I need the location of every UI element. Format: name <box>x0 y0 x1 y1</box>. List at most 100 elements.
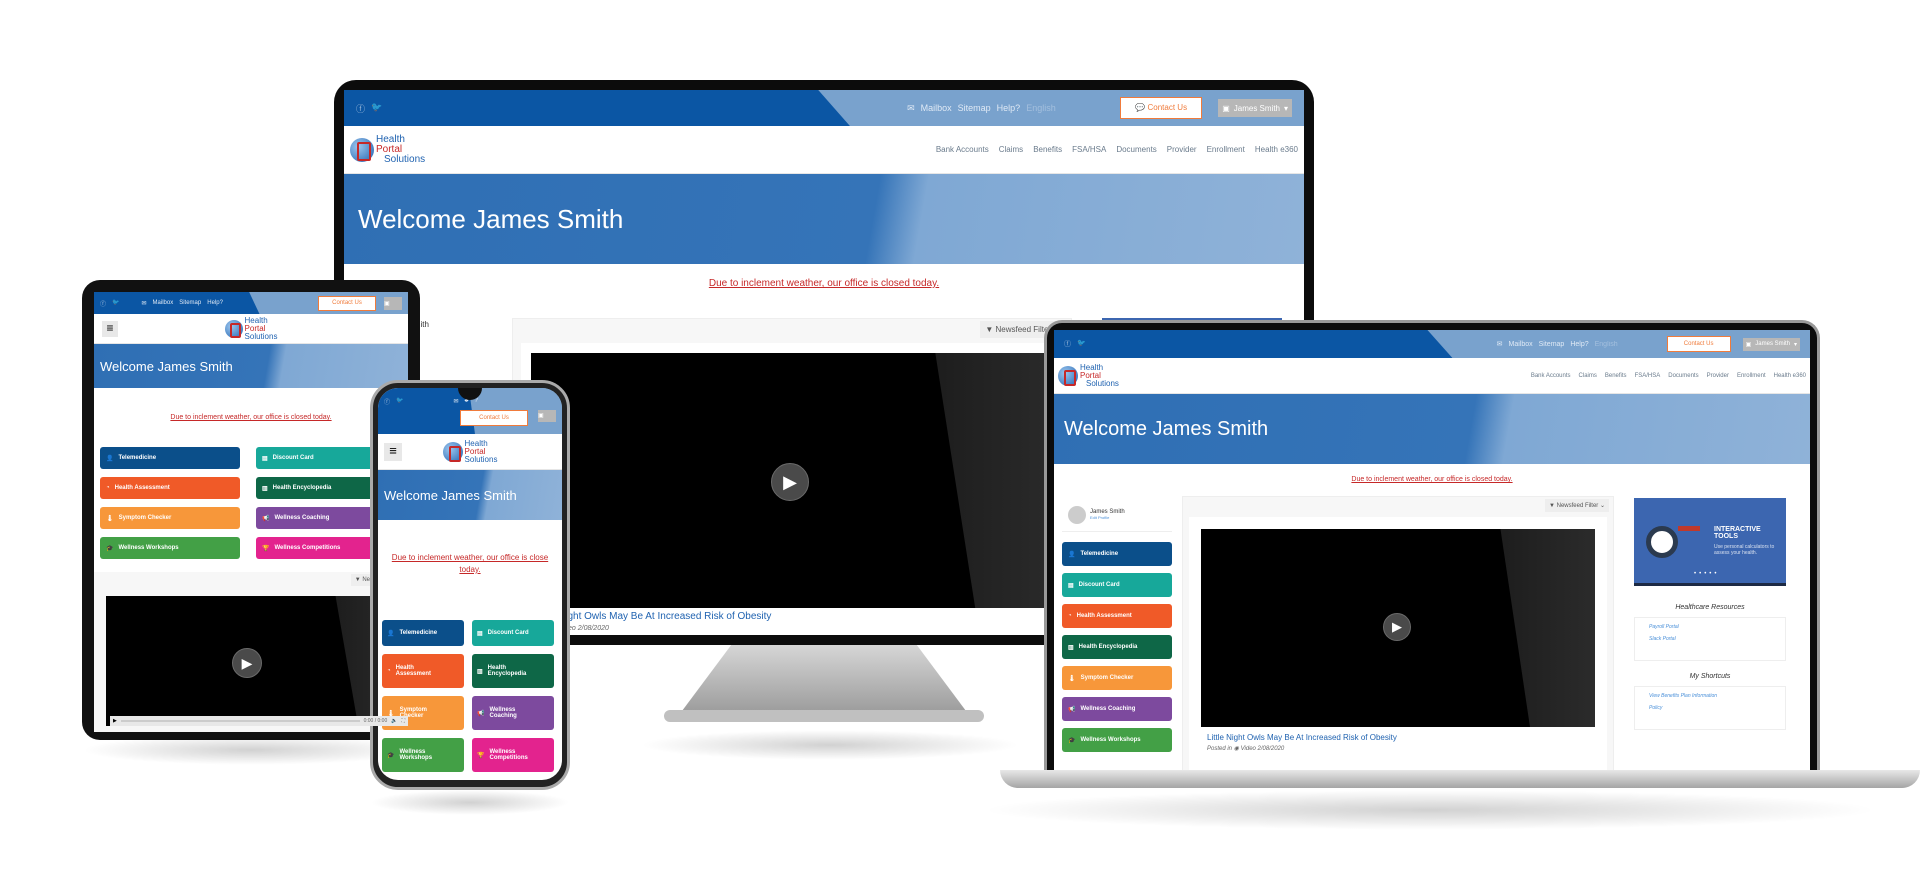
profile-avatar[interactable] <box>1068 505 1086 524</box>
slack-portal-link[interactable]: Slack Portal <box>1649 636 1771 642</box>
contact-us-button[interactable]: Contact Us <box>318 295 376 311</box>
user-menu[interactable]: ▣ <box>384 296 402 310</box>
play-button-icon[interactable]: ▶ <box>232 648 262 678</box>
alert-message[interactable]: Due to inclement weather, our office is … <box>94 414 408 421</box>
alert-message[interactable]: Due to inclement weather, our office is … <box>1054 476 1810 483</box>
mailbox-link[interactable]: Mailbox <box>921 103 952 113</box>
contact-us-button[interactable]: 💬 Contact Us <box>1120 97 1203 119</box>
tile-discount-card[interactable]: ▤ Discount Card <box>1062 573 1172 597</box>
nav-enrollment[interactable]: Enrollment <box>1207 145 1245 154</box>
twitter-icon[interactable]: 🐦 <box>1077 339 1086 349</box>
post-title[interactable]: Little Night Owls May Be At Increased Ri… <box>1207 733 1397 742</box>
nav-documents[interactable]: Documents <box>1668 373 1698 379</box>
language-select[interactable]: English <box>1026 103 1106 113</box>
tile-wellness-workshops[interactable]: 🎓 Wellness Workshops <box>382 738 464 772</box>
social-links: ⓕ 🐦 <box>384 397 404 406</box>
nav-benefits[interactable]: Benefits <box>1033 145 1062 154</box>
user-menu[interactable]: ▣ <box>538 409 556 422</box>
play-button-icon[interactable]: ▶ <box>771 463 809 501</box>
payroll-portal-link[interactable]: Payroll Portal <box>1649 624 1771 630</box>
tile-telemedicine[interactable]: 👤 Telemedicine <box>1062 542 1172 566</box>
logo[interactable]: Health Portal Solutions <box>442 439 497 464</box>
nav-fsa-hsa[interactable]: FSA/HSA <box>1072 145 1106 154</box>
logo-text: Health Portal Solutions <box>1080 362 1119 388</box>
help-link[interactable]: Help? <box>997 103 1021 113</box>
user-menu[interactable]: ▣ James Smith ▾ <box>1742 337 1800 351</box>
nav-provider[interactable]: Provider <box>1167 145 1197 154</box>
social-links: ⓕ 🐦 <box>1064 339 1086 349</box>
alert-message[interactable]: Due to inclement weather, our office is … <box>344 278 1304 289</box>
sitemap-link[interactable]: Sitemap <box>958 103 991 113</box>
newsfeed-filter-button[interactable]: ▼ Newsfeed Filter ⌄ <box>1544 499 1609 512</box>
newsfeed-panel: ▼ Newsfeed Filter ⌄ ▶ Night Owls May Be … <box>512 318 1072 635</box>
contact-us-button[interactable]: Contact Us <box>460 409 528 426</box>
carousel-dots[interactable]: ••••• <box>1694 571 1720 577</box>
user-menu[interactable]: ▣ James Smith ▾ <box>1218 99 1292 117</box>
tile-telemedicine[interactable]: 👤 Telemedicine <box>100 447 240 469</box>
mailbox-link[interactable]: Mailbox <box>153 300 174 306</box>
post-title[interactable]: Night Owls May Be At Increased Risk of O… <box>558 611 771 622</box>
nav-fsa-hsa[interactable]: FSA/HSA <box>1635 373 1661 379</box>
tile-symptom-checker[interactable]: 🌡 Symptom Checker <box>100 507 240 529</box>
video-player[interactable]: ▶ ▶ 0:00 / 0:00 🔈 ⛶ <box>106 596 408 726</box>
edit-profile-link[interactable]: Edit Profile <box>1090 515 1125 520</box>
nav-claims[interactable]: Claims <box>999 145 1023 154</box>
tile-wellness-coaching[interactable]: 📢 Wellness Coaching <box>472 696 554 730</box>
nav-claims[interactable]: Claims <box>1579 373 1597 379</box>
nav-health-e360[interactable]: Health e360 <box>1774 373 1806 379</box>
tile-health-encyclopedia[interactable]: ▥ Health Encyclopedia <box>1062 635 1172 659</box>
nav-bank-accounts[interactable]: Bank Accounts <box>1531 373 1571 379</box>
tile-health-assessment[interactable]: ◔ Health Assessment <box>382 654 464 688</box>
facebook-icon[interactable]: ⓕ <box>384 397 390 406</box>
twitter-icon[interactable]: 🐦 <box>371 102 382 115</box>
nav-benefits[interactable]: Benefits <box>1605 373 1627 379</box>
mailbox-link[interactable]: Mailbox <box>1509 341 1533 348</box>
volume-icon[interactable]: 🔈 <box>391 718 397 724</box>
tile-discount-card[interactable]: ▤ Discount Card <box>472 620 554 646</box>
newsfeed-panel: ▼ Newsfeed Filter ▶ ▶ 0:00 / 0:00 🔈 ⛶ <box>94 572 408 732</box>
tile-health-encyclopedia[interactable]: ▥ Health Encyclopedia <box>472 654 554 688</box>
tile-wellness-workshops[interactable]: 🎓 Wellness Workshops <box>100 537 240 559</box>
language-select[interactable]: English <box>1595 341 1655 348</box>
facebook-icon[interactable]: ⓕ <box>356 102 365 115</box>
hamburger-menu-icon[interactable]: ≡ <box>384 443 402 461</box>
twitter-icon[interactable]: 🐦 <box>396 397 403 406</box>
post-meta: Posted in ◉ Video 2/08/2020 <box>1207 746 1285 752</box>
hamburger-menu-icon[interactable]: ≡ <box>102 321 118 337</box>
help-link[interactable]: Help? <box>207 300 223 306</box>
tile-wellness-workshops[interactable]: 🎓 Wellness Workshops <box>1062 728 1172 752</box>
nav-provider[interactable]: Provider <box>1707 373 1729 379</box>
play-icon[interactable]: ▶ <box>113 718 117 724</box>
tile-health-assessment[interactable]: ◔ Health Assessment <box>100 477 240 499</box>
twitter-icon[interactable]: 🐦 <box>112 299 119 308</box>
logo[interactable]: Health Portal Solutions <box>350 134 425 165</box>
progress-bar[interactable] <box>120 720 360 722</box>
tile-wellness-coaching[interactable]: 📢 Wellness Coaching <box>1062 697 1172 721</box>
nav-bank-accounts[interactable]: Bank Accounts <box>936 145 989 154</box>
view-benefits-link[interactable]: View Benefits Plan Information <box>1649 693 1771 699</box>
tile-health-assessment[interactable]: ◔ Health Assessment <box>1062 604 1172 628</box>
sitemap-link[interactable]: Sitemap <box>179 300 201 306</box>
logo[interactable]: Health Portal Solutions <box>1058 362 1119 388</box>
video-player[interactable]: ▶ <box>531 353 1063 608</box>
help-link[interactable]: Help? <box>1570 341 1588 348</box>
interactive-tools-banner[interactable]: INTERACTIVE TOOLS Use personal calculato… <box>1634 498 1786 586</box>
policy-link[interactable]: Policy <box>1649 705 1771 711</box>
nav-documents[interactable]: Documents <box>1116 145 1156 154</box>
nav-health-e360[interactable]: Health e360 <box>1255 145 1298 154</box>
video-player[interactable]: ▶ <box>1201 529 1595 727</box>
nav-enrollment[interactable]: Enrollment <box>1737 373 1766 379</box>
alert-message[interactable]: Due to inclement weather, our office is … <box>378 552 562 576</box>
tile-telemedicine[interactable]: 👤 Telemedicine <box>382 620 464 646</box>
fullscreen-icon[interactable]: ⛶ <box>401 718 405 724</box>
play-button-icon[interactable]: ▶ <box>1383 613 1411 641</box>
facebook-icon[interactable]: ⓕ <box>100 299 106 308</box>
mail-icon[interactable]: ✉ <box>454 398 459 405</box>
tile-symptom-checker[interactable]: 🌡 Symptom Checker <box>1062 666 1172 690</box>
facebook-icon[interactable]: ⓕ <box>1064 339 1071 349</box>
contact-us-button[interactable]: Contact Us <box>1666 336 1731 352</box>
tile-wellness-competitions[interactable]: 🏆 Wellness Competitions <box>472 738 554 772</box>
resources-title: Healthcare Resources <box>1675 604 1745 611</box>
logo[interactable]: Health Portal Solutions <box>224 316 277 341</box>
sitemap-link[interactable]: Sitemap <box>1539 341 1565 348</box>
